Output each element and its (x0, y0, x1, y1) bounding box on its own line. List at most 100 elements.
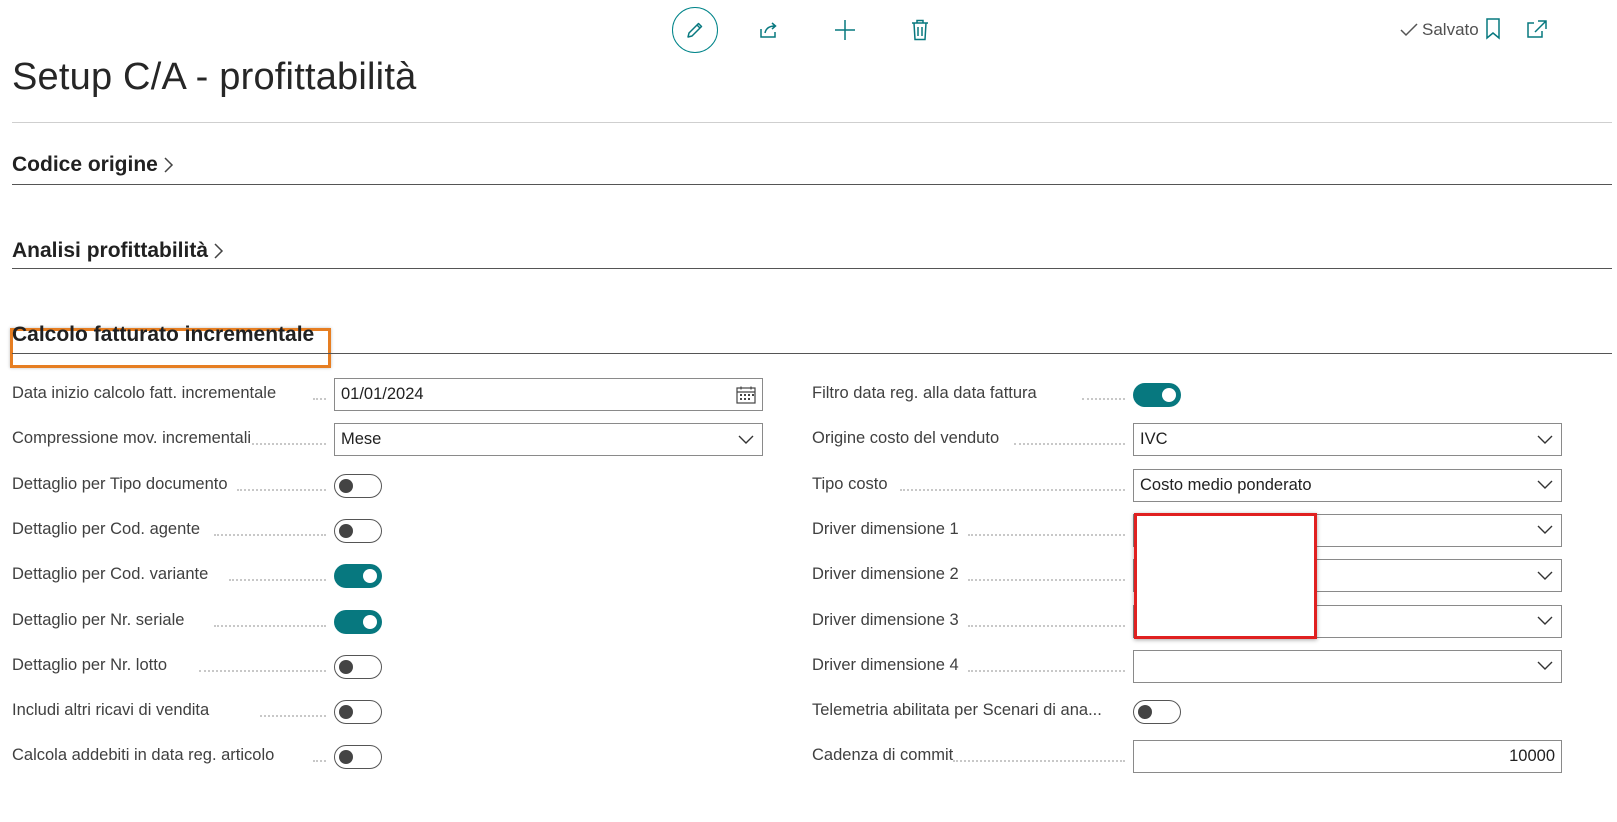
page-title: Setup C/A - profittabilità (12, 56, 417, 98)
delete-button[interactable] (897, 7, 943, 53)
field-label: Driver dimensione 2 (812, 565, 959, 584)
new-button[interactable] (822, 7, 868, 53)
field-label: Compressione mov. incrementali (12, 429, 252, 448)
section-title: Codice origine (12, 153, 158, 176)
field-leader-dots (968, 577, 1125, 582)
chevron-down-icon (1537, 661, 1553, 671)
section-divider (12, 353, 1612, 354)
toggle-switch[interactable] (1133, 700, 1181, 725)
field-value: Mese (341, 430, 382, 449)
dropdown-button[interactable] (730, 424, 762, 455)
open-new-window-button[interactable] (1514, 6, 1560, 52)
field-label: Driver dimensione 4 (812, 655, 959, 674)
field-leader-dots (214, 532, 326, 536)
section-divider (12, 184, 1612, 185)
toggle-switch[interactable] (334, 518, 382, 543)
chevron-right-icon (164, 157, 173, 173)
toggle-knob (1162, 388, 1176, 402)
edit-button[interactable] (672, 7, 718, 53)
chevron-right-icon (214, 243, 224, 259)
field-leader-dots (953, 758, 1125, 763)
field-label: Dettaglio per Cod. variante (12, 565, 209, 584)
select-field[interactable] (1133, 649, 1562, 683)
section-divider (12, 268, 1612, 269)
chevron-down-icon (1537, 616, 1553, 625)
dropdown-button[interactable] (1529, 651, 1561, 682)
dropdown-button[interactable] (1529, 606, 1561, 637)
field-leader-dots (968, 532, 1125, 536)
saved-status: Salvato (1400, 20, 1479, 40)
field-leader-dots (252, 441, 326, 446)
checkmark-icon (1400, 23, 1418, 37)
toggle-switch[interactable] (334, 609, 382, 634)
section-calcolo-fatturato[interactable]: Calcolo fatturato incrementale (12, 323, 314, 347)
field-leader-dots (968, 668, 1125, 672)
field-leader-dots (259, 713, 326, 718)
dropdown-button[interactable] (1529, 515, 1561, 546)
select-field[interactable]: Costo medio ponderato (1133, 468, 1562, 502)
field-leader-dots (236, 487, 326, 491)
field-value: Costo medio ponderato (1140, 475, 1312, 494)
field-label: Dettaglio per Nr. lotto (12, 655, 167, 674)
number-field[interactable]: 10000 (1133, 740, 1562, 774)
toggle-switch[interactable] (334, 473, 382, 498)
chevron-down-icon (738, 435, 754, 444)
field-label: Driver dimensione 1 (812, 519, 959, 538)
toggle-switch[interactable] (334, 564, 382, 589)
share-button[interactable] (746, 7, 792, 53)
toggle-knob (363, 569, 377, 584)
field-leader-dots (229, 577, 326, 582)
date-field[interactable]: 01/01/2024 (334, 378, 763, 411)
toggle-knob (339, 750, 353, 765)
trash-icon (912, 19, 928, 41)
toggle-switch[interactable] (334, 700, 382, 725)
plus-icon (835, 20, 855, 40)
select-field[interactable]: Mese (334, 423, 763, 457)
field-leader-dots (198, 668, 326, 672)
field-leader-dots (900, 487, 1125, 491)
date-picker-button[interactable] (730, 379, 762, 410)
field-label: Telemetria abilitata per Scenari di ana.… (812, 701, 1102, 720)
field-label: Dettaglio per Nr. seriale (12, 610, 185, 629)
section-title: Analisi profittabilità (12, 239, 209, 262)
field-label: Data inizio calcolo fatt. incrementale (12, 384, 277, 402)
field-label: Origine costo del venduto (812, 429, 1000, 448)
chevron-down-icon (1537, 435, 1553, 444)
share-icon (760, 22, 777, 38)
toggle-switch[interactable] (334, 745, 382, 770)
field-label: Dettaglio per Tipo documento (12, 474, 228, 493)
open-new-window-icon (1527, 20, 1547, 38)
field-label: Calcola addebiti in data reg. articolo (12, 746, 275, 765)
field-value: IVC (1140, 430, 1168, 449)
dropdown-button[interactable] (1529, 424, 1561, 455)
field-leader-dots (1082, 396, 1125, 400)
toggle-knob (363, 614, 377, 629)
pencil-icon (687, 22, 703, 38)
section-analisi-profittabilita[interactable]: Analisi profittabilità (12, 239, 225, 263)
toggle-knob (339, 523, 353, 538)
select-field[interactable]: IVC (1133, 423, 1562, 457)
field-label: Filtro data reg. alla data fattura (812, 384, 1037, 402)
dropdown-button[interactable] (1529, 560, 1561, 591)
toggle-switch[interactable] (334, 654, 382, 679)
chevron-down-icon (1537, 525, 1553, 535)
toggle-knob (339, 478, 353, 493)
section-title: Calcolo fatturato incrementale (12, 323, 315, 346)
field-leader-dots (312, 758, 326, 763)
bookmark-button[interactable] (1470, 6, 1516, 52)
bookmark-icon (1486, 18, 1500, 40)
section-codice-origine[interactable]: Codice origine (12, 153, 175, 177)
field-leader-dots (1014, 441, 1125, 446)
toggle-knob (339, 659, 353, 674)
calendar-icon (736, 386, 756, 404)
chevron-down-icon (1537, 571, 1553, 580)
field-label: Tipo costo (812, 474, 888, 493)
toggle-switch[interactable] (1133, 383, 1181, 407)
field-label: Dettaglio per Cod. agente (12, 519, 201, 538)
field-leader-dots (214, 623, 326, 627)
redaction-box (1134, 513, 1317, 639)
title-divider (12, 122, 1612, 123)
dropdown-button[interactable] (1529, 470, 1561, 501)
field-leader-dots (312, 396, 326, 400)
field-label: Driver dimensione 3 (812, 610, 959, 629)
